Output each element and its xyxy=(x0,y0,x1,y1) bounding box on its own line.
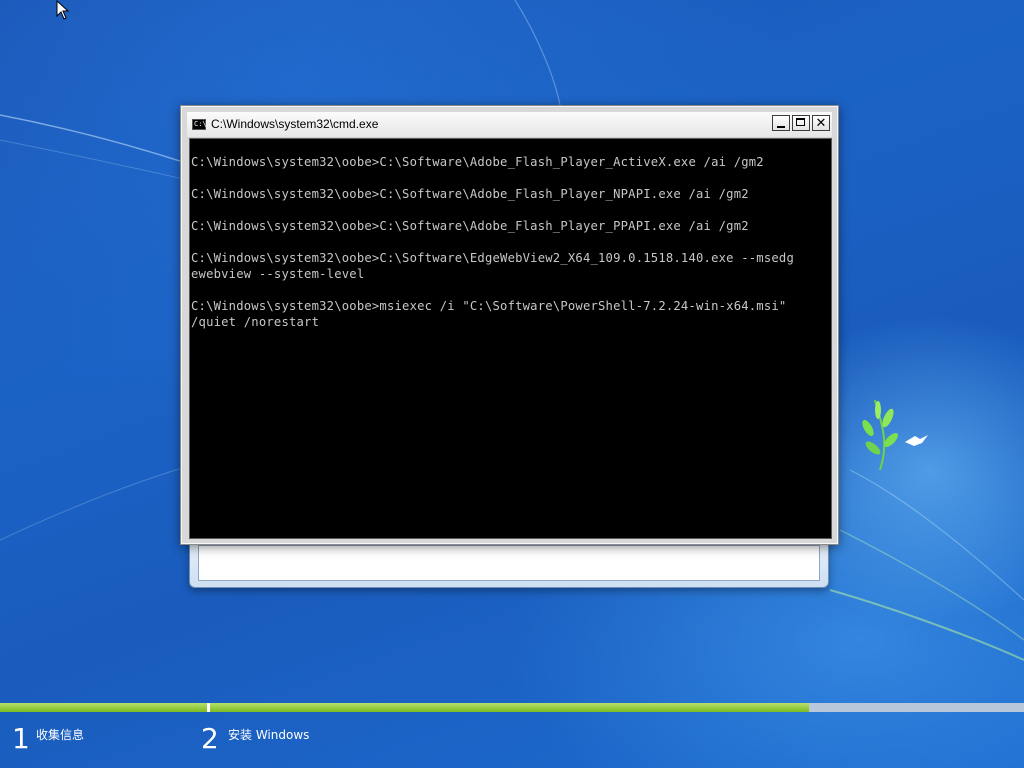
console-line: C:\Windows\system32\oobe>C:\Software\Ado… xyxy=(191,219,749,233)
close-button[interactable]: ✕ xyxy=(812,115,830,131)
console-line: C:\Windows\system32\oobe>C:\Software\Ado… xyxy=(191,155,764,169)
console-output[interactable]: C:\Windows\system32\oobe>C:\Software\Ado… xyxy=(189,138,832,539)
setup-progress-bar xyxy=(0,703,1024,712)
console-line: C:\Windows\system32\oobe>C:\Software\Edg… xyxy=(191,251,794,265)
close-icon: ✕ xyxy=(815,116,827,131)
console-line: C:\Windows\system32\oobe>msiexec /i "C:\… xyxy=(191,299,787,313)
minimize-icon xyxy=(777,126,785,128)
step-number: 1 xyxy=(12,722,30,755)
progress-step2-fill xyxy=(210,703,809,712)
step-label: 安装 Windows xyxy=(228,728,310,742)
setup-dialog-content xyxy=(198,545,820,581)
window-title: C:\Windows\system32\cmd.exe xyxy=(211,117,379,131)
minimize-button[interactable] xyxy=(772,115,790,131)
progress-remaining xyxy=(809,703,1024,712)
cmd-icon: C:\ xyxy=(192,119,207,130)
desktop-background: C:\ C:\Windows\system32\cmd.exe ✕ C:\Win… xyxy=(0,0,1024,768)
console-line: ewebview --system-level xyxy=(191,267,365,281)
title-bar[interactable]: C:\ C:\Windows\system32\cmd.exe ✕ xyxy=(187,112,832,138)
step-label: 收集信息 xyxy=(36,728,85,742)
maximize-button[interactable] xyxy=(792,115,810,131)
cmd-window[interactable]: C:\ C:\Windows\system32\cmd.exe ✕ C:\Win… xyxy=(180,105,839,545)
maximize-icon xyxy=(796,118,805,126)
bird-icon xyxy=(905,435,928,446)
console-line: /quiet /norestart xyxy=(191,315,320,329)
console-line: C:\Windows\system32\oobe>C:\Software\Ado… xyxy=(191,187,749,201)
step-number: 2 xyxy=(201,722,219,755)
progress-step1-fill xyxy=(0,703,207,712)
mouse-cursor-icon xyxy=(56,0,70,20)
